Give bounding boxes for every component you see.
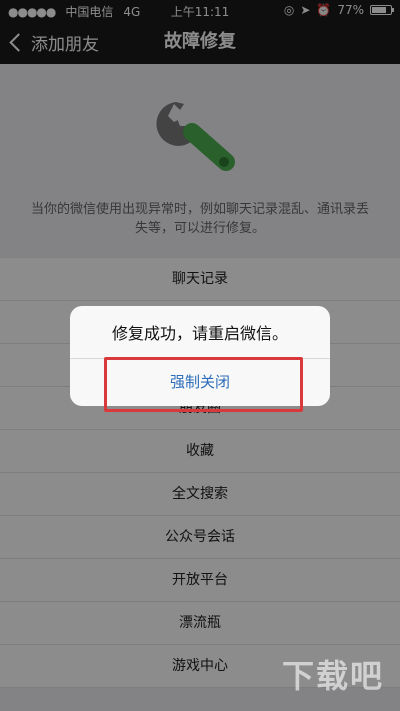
highlight-annotation	[104, 357, 303, 412]
watermark-logo: 下载吧	[281, 657, 384, 695]
dialog-message: 修复成功，请重启微信。	[70, 306, 330, 359]
